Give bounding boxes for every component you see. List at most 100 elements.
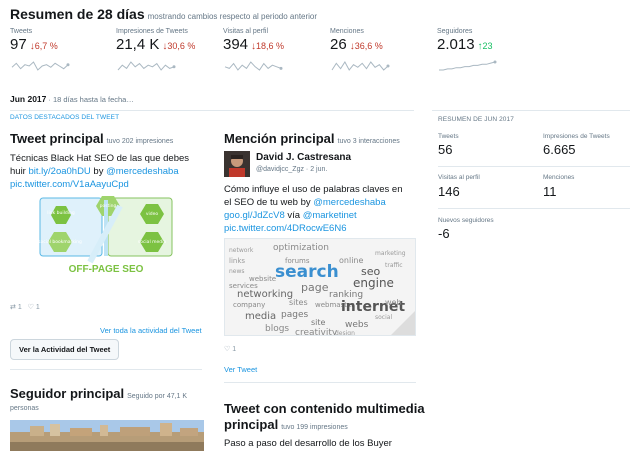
sparkline-path [117,61,175,71]
cloud-word: pages [281,310,308,320]
sparkline-impressions [117,61,176,71]
summary-value: 56 [438,142,453,157]
cloud-word: optimization [273,243,329,253]
view-tweet-link[interactable]: Ver Tweet [224,365,257,374]
image-word: social media [138,239,167,245]
divider [224,382,416,383]
cloud-word: engine [353,276,394,290]
tweet-link[interactable]: bit.ly/2oa0hDU [28,166,90,177]
cloud-word: blogs [265,324,289,334]
stat-change: ↓18,6 % [251,41,285,52]
summary-value: -6 [438,226,450,241]
summary-label: Impresiones de Tweets [543,133,610,140]
summary-value: 6.665 [543,142,576,157]
image-word: social bookmarking [38,239,82,245]
top-mention-text: Cómo influye el uso de palabras claves e… [224,184,403,234]
summary-label: Nuevos seguidores [438,217,494,224]
sparkline-end-dot [66,63,70,67]
mention-user-name[interactable]: David J. Castresana [256,152,351,163]
cloud-word: social [375,314,392,321]
top-tweet-actions: ⇄ 1 ♡ 1 [10,304,40,311]
heart-icon: ♡ [27,304,34,311]
avatar-image [224,151,250,177]
follower-photo[interactable] [10,420,204,451]
summary-label: Menciones [543,174,575,181]
sparkline-followers [439,60,497,71]
retweet-icon: ⇄ [10,304,16,311]
top-tweet-text: Técnicas Black Hat SEO de las que debes … [10,153,190,190]
image-word: posting [100,203,117,209]
image-caption: OFF-PAGE SEO [69,264,144,274]
tweet-media[interactable]: link building posting video social bookm… [10,192,202,274]
image-word: video [146,211,159,217]
stat-label: Impresiones de Tweets [116,28,188,35]
image-word: link building [47,210,75,216]
cloud-word: network [229,247,254,254]
cloud-word: online [339,256,363,265]
sparkline-path [331,61,389,71]
stat-impressions[interactable]: Impresiones de Tweets 21,4 K ↓30,6 % [116,28,216,71]
divider [438,166,630,167]
top-media-title: Tweet con contenido multimedia [224,401,425,416]
summary-label: Visitas al perfil [438,174,480,181]
top-mention-actions: ♡ 1 [224,346,237,353]
cloud-word: webs [345,320,369,330]
sparkline-end-dot [279,66,283,70]
seo-word-cloud-image: optimization network links marketing for… [225,239,415,336]
stat-label: Seguidores [437,28,473,35]
pic-link[interactable]: pic.twitter.com/4DRocwE6N6 [224,223,346,234]
sparkline-end-dot [493,60,497,64]
off-page-seo-image: link building posting video social bookm… [10,192,202,274]
stat-change: ↑23 [477,41,493,52]
mention-link[interactable]: @marketinet [303,210,357,221]
sparkline-end-dot [386,64,390,68]
cloud-word: media [245,311,276,322]
mention-user-handle: @davidjcc_Zgz · 2 jun. [256,166,328,173]
cloud-word: site [311,318,326,327]
stat-followers[interactable]: Seguidores 2.013 ↑23 [437,28,537,71]
stat-value: 2.013 [437,36,475,53]
mention-link[interactable]: @mercedeshaba [106,166,179,177]
summary-value: 11 [543,184,557,199]
cloud-word: page [301,281,329,294]
stat-change: ↓36,6 % [349,41,383,52]
view-tweet-activity-button[interactable]: Ver la Actividad del Tweet [10,339,120,360]
mention-media[interactable]: optimization network links marketing for… [224,238,416,336]
top-follower-title: Seguidor principal Seguido por 47,1 K [10,386,188,401]
sparkline-end-dot [172,65,176,69]
top-media-title-2: principal tuvo 199 impresiones [224,417,348,432]
divider [432,110,630,111]
month-header: Jun 2017 · 18 días hasta la fecha… [10,94,134,104]
page-subtitle: mostrando cambios respecto al periodo an… [147,12,318,21]
sparkline-mentions [331,61,390,71]
cloud-word: web [385,298,402,307]
heart-icon: ♡ [224,346,231,353]
cloud-word: company [233,301,265,309]
view-all-activity-link[interactable]: Ver toda la actividad del Tweet [100,326,202,335]
stat-value: 21,4 K [116,36,160,53]
summary-value: 146 [438,184,460,199]
top-mention-title: Mención principal tuvo 3 interacciones [224,131,400,146]
highlights-label: DATOS DESTACADOS DEL TWEET [10,114,120,121]
cloud-word: networking [237,289,293,300]
divider [10,369,202,370]
cloud-word: traffic [385,262,403,269]
stat-profile-visits[interactable]: Visitas al perfil 394 ↓18,6 % [223,28,323,71]
summary-label: Tweets [438,133,459,140]
cloud-word: creativity [295,328,338,336]
pic-link[interactable]: pic.twitter.com/V1aAayuCpd [10,179,129,190]
sparkline-profile-visits [224,61,283,71]
mention-link[interactable]: @mercedeshaba [313,197,386,208]
tweet-link[interactable]: goo.gl/JdZcV8 [224,210,285,221]
avatar[interactable] [224,151,250,177]
stat-value: 97 [10,36,27,53]
stat-tweets[interactable]: Tweets 97 ↓6,7 % [10,28,110,71]
follower-image [10,420,204,451]
cloud-word: design [335,330,355,336]
sparkline-path [11,61,69,71]
cloud-word: marketing [375,250,406,257]
sparkline-path [439,61,496,71]
page-title: Resumen de 28 días mostrando cambios resp… [10,6,318,22]
stat-mentions[interactable]: Menciones 26 ↓36,6 % [330,28,430,71]
month-summary-label: RESUMEN DE JUN 2017 [438,116,514,123]
